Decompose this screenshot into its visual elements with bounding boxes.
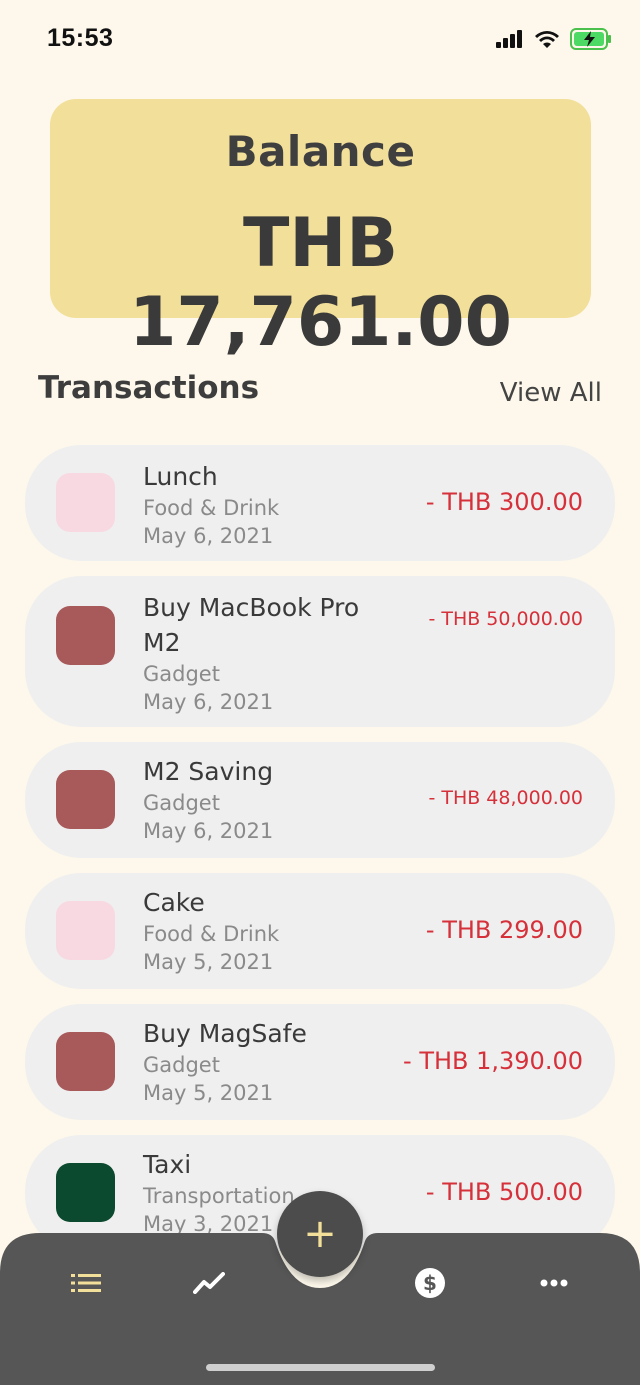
transaction-date: May 5, 2021 [143,950,274,974]
transaction-text: Lunch Food & Drink May 6, 2021 [143,459,393,550]
transaction-name: Buy MacBook Pro M2 [143,593,360,657]
view-all-link[interactable]: View All [500,378,602,408]
category-color-swatch [56,606,115,665]
transaction-name: Cake [143,888,205,917]
category-color-swatch [56,901,115,960]
transaction-date: May 6, 2021 [143,819,274,843]
transaction-date: May 5, 2021 [143,1081,274,1105]
balance-amount: THB 17,761.00 [129,204,512,362]
transaction-date: May 6, 2021 [143,524,274,548]
transaction-name: Taxi [143,1150,192,1179]
transaction-row[interactable]: Buy MacBook Pro M2 Gadget May 6, 2021 - … [25,576,615,727]
transactions-title: Transactions [38,370,260,406]
signal-icon [496,30,522,48]
dollar-icon: $ [415,1268,445,1298]
transaction-name: M2 Saving [143,757,274,786]
svg-text:$: $ [423,1271,437,1295]
transaction-text: Cake Food & Drink May 5, 2021 [143,885,393,976]
transaction-text: Buy MagSafe Gadget May 5, 2021 [143,1016,393,1107]
transaction-category: Food & Drink [143,496,280,520]
trend-icon [193,1272,225,1294]
transaction-amount: - THB 48,000.00 [428,787,583,809]
transaction-amount: - THB 500.00 [425,1178,583,1206]
transaction-category: Gadget [143,1053,220,1077]
transaction-row[interactable]: Cake Food & Drink May 5, 2021 - THB 299.… [25,873,615,989]
transaction-text: M2 Saving Gadget May 6, 2021 [143,754,393,845]
list-icon [71,1274,101,1292]
category-color-swatch [56,1163,115,1222]
add-icon: + [303,1211,337,1257]
transaction-amount: - THB 1,390.00 [403,1047,583,1075]
transaction-amount: - THB 50,000.00 [428,608,583,630]
transaction-amount: - THB 299.00 [425,916,583,944]
category-color-swatch [56,1032,115,1091]
home-indicator [206,1364,435,1371]
battery-icon [570,28,611,50]
transaction-category: Transportation [143,1184,295,1208]
transaction-category: Food & Drink [143,922,280,946]
transactions-header: Transactions View All [38,370,602,420]
transaction-date: May 6, 2021 [143,690,274,714]
balance-label: Balance [225,127,416,176]
add-transaction-button[interactable]: + [277,1191,363,1277]
transaction-row[interactable]: Lunch Food & Drink May 6, 2021 - THB 300… [25,445,615,561]
transaction-row[interactable]: M2 Saving Gadget May 6, 2021 - THB 48,00… [25,742,615,858]
transaction-category: Gadget [143,791,220,815]
nav-more[interactable] [537,1268,571,1298]
status-icons [496,28,612,50]
more-icon [540,1279,568,1287]
transaction-name: Buy MagSafe [143,1019,307,1048]
nav-transactions[interactable] [69,1268,103,1298]
category-color-swatch [56,770,115,829]
transaction-name: Lunch [143,462,218,491]
category-color-swatch [56,473,115,532]
balance-card: Balance THB 17,761.00 [50,99,591,362]
transaction-amount: - THB 300.00 [425,488,583,516]
status-time: 15:53 [47,24,114,52]
status-bar: 15:53 [0,0,640,76]
transaction-category: Gadget [143,662,220,686]
transaction-row[interactable]: Buy MagSafe Gadget May 5, 2021 - THB 1,3… [25,1004,615,1120]
nav-budget[interactable]: $ [413,1268,447,1298]
nav-stats[interactable] [192,1268,226,1298]
transaction-text: Buy MacBook Pro M2 Gadget May 6, 2021 [143,590,393,716]
wifi-icon [535,30,559,48]
